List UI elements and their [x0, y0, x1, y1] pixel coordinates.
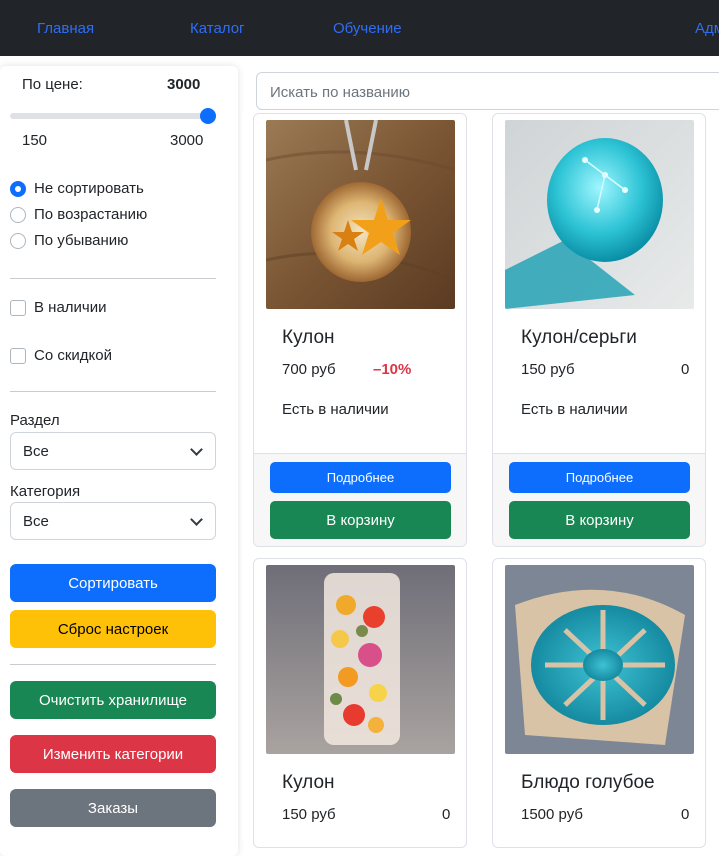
divider	[10, 391, 216, 392]
divider	[10, 664, 216, 665]
section-select-value: Все	[23, 443, 49, 460]
price-range-max: 3000	[170, 132, 204, 149]
sort-option-desc[interactable]: По убыванию	[10, 232, 128, 249]
price-range-min: 150	[22, 132, 48, 149]
product-price: 150 руб	[282, 806, 336, 823]
product-image[interactable]	[266, 565, 455, 754]
sort-option-label: По убыванию	[34, 232, 129, 249]
product-title: Блюдо голубое	[521, 772, 655, 793]
orders-button[interactable]: Заказы	[10, 789, 216, 827]
nav-link-admin[interactable]: Адм	[695, 20, 719, 37]
nav-link-home[interactable]: Главная	[37, 20, 94, 37]
product-discount: –10%	[373, 361, 412, 378]
details-button[interactable]: Подробнее	[270, 462, 451, 493]
sort-button[interactable]: Сортировать	[10, 564, 216, 602]
discount-filter[interactable]: Со скидкой	[10, 347, 112, 364]
category-label: Категория	[10, 483, 81, 500]
product-price: 700 руб	[282, 361, 336, 378]
product-card: Кулон/серьги 150 руб 0 Есть в наличии По…	[492, 113, 706, 547]
product-image[interactable]	[505, 120, 694, 309]
product-card: Кулон 150 руб 0	[253, 558, 467, 848]
chevron-down-icon	[190, 443, 203, 456]
product-card: Блюдо голубое 1500 руб 0	[492, 558, 706, 848]
product-image[interactable]	[266, 120, 455, 309]
divider	[10, 278, 216, 279]
nav-link-learning[interactable]: Обучение	[333, 20, 402, 37]
sort-option-asc[interactable]: По возрастанию	[10, 206, 147, 223]
checkbox-icon[interactable]	[10, 347, 26, 364]
search-input[interactable]: Искать по названию	[256, 72, 719, 110]
add-to-cart-button[interactable]: В корзину	[270, 501, 451, 539]
sort-option-none[interactable]: Не сортировать	[10, 180, 144, 197]
radio-checked-icon[interactable]	[10, 180, 26, 197]
price-filter-label: По цене:	[22, 76, 83, 93]
nav-link-catalog[interactable]: Каталог	[190, 20, 245, 37]
card-footer: Подробнее В корзину	[493, 453, 705, 546]
top-navbar: Главная Каталог Обучение Адм	[0, 0, 719, 56]
product-discount: 0	[442, 806, 451, 823]
price-filter-value: 3000	[167, 76, 201, 93]
edit-categories-button[interactable]: Изменить категории	[10, 735, 216, 773]
product-price: 150 руб	[521, 361, 575, 378]
checkbox-icon[interactable]	[10, 299, 26, 316]
card-footer: Подробнее В корзину	[254, 453, 466, 546]
product-discount: 0	[681, 361, 690, 378]
add-to-cart-button[interactable]: В корзину	[509, 501, 690, 539]
price-range-thumb[interactable]	[200, 108, 216, 124]
price-range-track[interactable]	[10, 113, 215, 119]
reset-button[interactable]: Сброс настроек	[10, 610, 216, 648]
product-card: Кулон 700 руб –10% Есть в наличии Подроб…	[253, 113, 467, 547]
sort-option-label: Не сортировать	[34, 180, 144, 197]
product-title: Кулон	[282, 327, 335, 348]
category-select[interactable]: Все	[10, 502, 216, 540]
product-title: Кулон	[282, 772, 335, 793]
product-stock-status: Есть в наличии	[521, 401, 628, 418]
clear-storage-button[interactable]: Очистить хранилище	[10, 681, 216, 719]
product-discount: 0	[681, 806, 690, 823]
section-label: Раздел	[10, 412, 60, 429]
category-select-value: Все	[23, 513, 49, 530]
radio-icon[interactable]	[10, 232, 26, 249]
in-stock-label: В наличии	[34, 299, 107, 316]
product-image[interactable]	[505, 565, 694, 754]
radio-icon[interactable]	[10, 206, 26, 223]
product-price: 1500 руб	[521, 806, 583, 823]
section-select[interactable]: Все	[10, 432, 216, 470]
in-stock-filter[interactable]: В наличии	[10, 299, 107, 316]
details-button[interactable]: Подробнее	[509, 462, 690, 493]
product-stock-status: Есть в наличии	[282, 401, 389, 418]
discount-label: Со скидкой	[34, 347, 112, 364]
sort-option-label: По возрастанию	[34, 206, 148, 223]
product-title: Кулон/серьги	[521, 327, 637, 348]
chevron-down-icon	[190, 513, 203, 526]
